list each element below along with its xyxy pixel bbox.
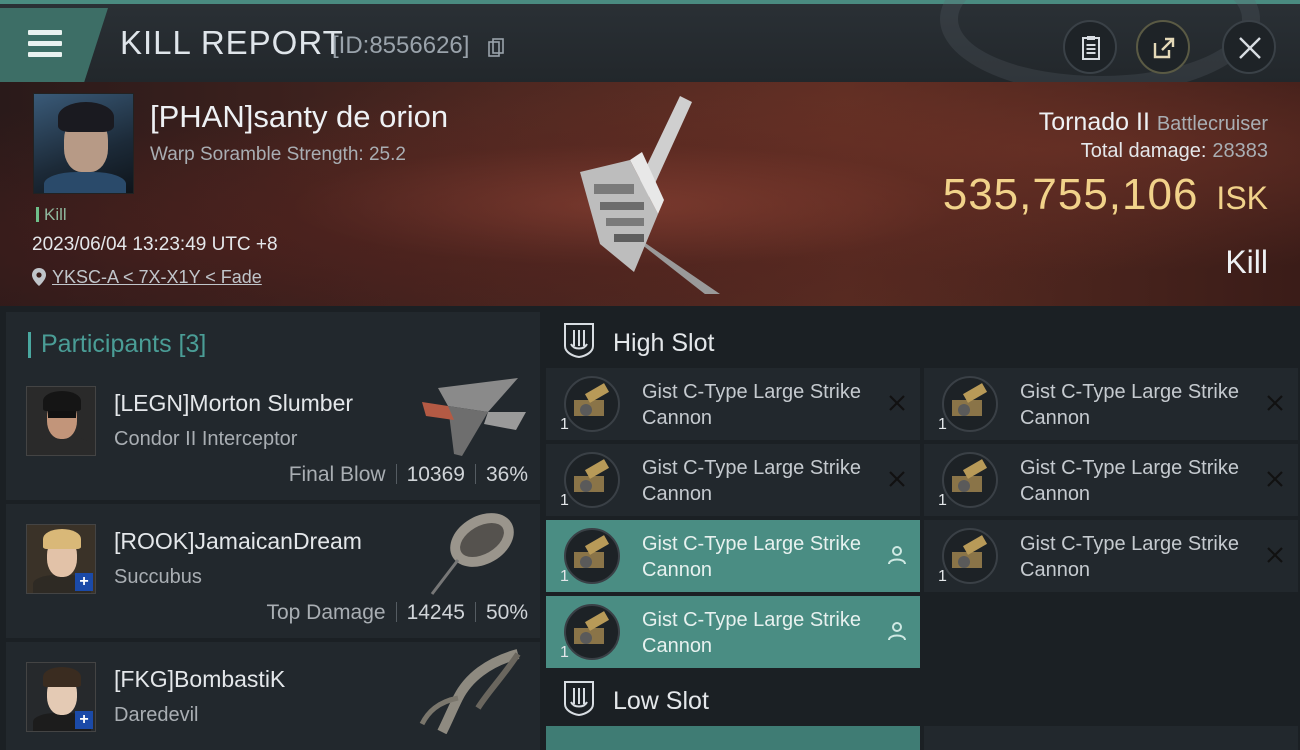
close-button[interactable] <box>1222 20 1276 74</box>
scramble-strength: Warp Soramble Strength: 25.2 <box>150 144 406 165</box>
participant-stats: Top Damage 14245 50% <box>266 601 528 624</box>
menu-icon <box>28 30 62 58</box>
share-button[interactable] <box>1136 20 1190 74</box>
participant-name: [ROOK]JamaicanDream <box>114 528 362 554</box>
destroyed-x-icon <box>1267 395 1283 411</box>
high-slot-icon <box>564 323 594 358</box>
destroyed-x-icon <box>889 471 905 487</box>
low-slot-icon <box>564 681 594 716</box>
avatar <box>26 386 96 456</box>
high-slot-label: High Slot <box>613 329 715 357</box>
module-item[interactable]: 1 Gist C-Type Large Strike Cannon <box>924 444 1298 516</box>
module-item[interactable]: 1 Gist C-Type Large Strike Cannon <box>546 520 920 592</box>
module-name: Gist C-Type Large Strike Cannon <box>1020 457 1239 505</box>
module-item[interactable]: 1 Gist C-Type Large Strike Cannon <box>924 368 1298 440</box>
isk-value: 535,755,106 ISK <box>942 170 1268 219</box>
module-name: Gist C-Type Large Strike Cannon <box>1020 381 1239 429</box>
low-slot-label: Low Slot <box>613 687 709 715</box>
module-item[interactable]: 1 Gist C-Type Large Strike Cannon <box>546 444 920 516</box>
victim-name[interactable]: [PHAN]santy de orion <box>150 99 448 135</box>
victim-ship[interactable]: Tornado II Battlecruiser <box>1039 108 1268 137</box>
low-slot-header: Low Slot <box>540 668 1300 728</box>
close-icon <box>1239 37 1261 59</box>
participant-ship-image <box>422 378 526 456</box>
victim-banner: [PHAN]santy de orion Warp Soramble Stren… <box>0 82 1300 306</box>
strike-cannon-icon <box>942 376 998 432</box>
avatar: + <box>26 524 96 594</box>
strike-cannon-icon <box>564 604 620 660</box>
participant-ship-image <box>430 513 514 595</box>
top-bar: KILL REPORT [ID:8556626] <box>0 0 1300 94</box>
location-pin-icon <box>32 268 46 286</box>
participant-row[interactable]: + [ROOK]JamaicanDream Succubus Top Damag… <box>6 504 540 638</box>
fitting-panel: High Slot 1 Gist C-Type Large Strike Can… <box>540 306 1300 750</box>
participant-name: [FKG]BombastiK <box>114 666 286 692</box>
high-slot-header: High Slot <box>540 310 1300 370</box>
report-icon <box>1082 36 1100 60</box>
participants-label: Participants [3] <box>41 330 207 358</box>
location-link[interactable]: YKSC-A < 7X-X1Y < Fade <box>52 267 262 287</box>
module-name: Gist C-Type Large Strike Cannon <box>642 609 861 657</box>
kill-location[interactable]: YKSC-A < 7X-X1Y < Fade <box>32 267 262 288</box>
result-label: Kill <box>1225 244 1268 280</box>
participant-ship: Condor II Interceptor <box>114 428 298 450</box>
strike-cannon-icon <box>564 376 620 432</box>
strike-cannon-icon <box>942 528 998 584</box>
report-button[interactable] <box>1063 20 1117 74</box>
strike-cannon-icon <box>564 528 620 584</box>
dropped-person-icon <box>888 546 906 565</box>
participant-row[interactable]: + [FKG]BombastiK Daredevil <box>6 642 540 750</box>
participant-name: [LEGN]Morton Slumber <box>114 390 354 416</box>
strike-cannon-icon <box>564 452 620 508</box>
plus-badge: + <box>75 573 93 591</box>
participants-header: Participants [3] <box>6 312 540 372</box>
strike-cannon-icon <box>942 452 998 508</box>
participant-ship: Daredevil <box>114 704 199 726</box>
destroyed-x-icon <box>1267 471 1283 487</box>
destroyed-x-icon <box>889 395 905 411</box>
module-name: Gist C-Type Large Strike Cannon <box>642 381 861 429</box>
dropped-person-icon <box>888 622 906 641</box>
module-item[interactable]: 1 Gist C-Type Large Strike Cannon <box>924 520 1298 592</box>
participant-ship: Succubus <box>114 566 202 588</box>
participant-stats: Final Blow 10369 36% <box>288 463 528 486</box>
menu-button[interactable] <box>0 8 108 82</box>
module-name: Gist C-Type Large Strike Cannon <box>1020 533 1239 581</box>
participants-panel: Participants [3] [LEGN]Morton Slumber Co… <box>0 306 540 750</box>
share-icon <box>1153 37 1175 59</box>
total-damage: Total damage: 28383 <box>1080 140 1268 162</box>
participant-ship-image <box>419 649 521 734</box>
plus-badge: + <box>75 711 93 729</box>
module-item[interactable]: 1 Gist C-Type Large Strike Cannon <box>546 368 920 440</box>
low-slot-module-partial[interactable] <box>924 726 1298 750</box>
report-id: [ID:8556626] <box>332 32 470 59</box>
participant-row[interactable]: [LEGN]Morton Slumber Condor II Intercept… <box>6 366 540 500</box>
copy-icon[interactable] <box>488 38 504 58</box>
page-title: KILL REPORT <box>120 24 344 61</box>
kill-tag: Kill <box>36 205 67 225</box>
module-name: Gist C-Type Large Strike Cannon <box>642 533 861 581</box>
victim-ship-image[interactable] <box>570 94 730 294</box>
kill-datetime: 2023/06/04 13:23:49 UTC +8 <box>32 234 278 255</box>
module-name: Gist C-Type Large Strike Cannon <box>642 457 861 505</box>
avatar: + <box>26 662 96 732</box>
low-slot-module-partial[interactable] <box>546 726 920 750</box>
victim-portrait[interactable] <box>33 93 134 194</box>
destroyed-x-icon <box>1267 547 1283 563</box>
module-item[interactable]: 1 Gist C-Type Large Strike Cannon <box>546 596 920 668</box>
